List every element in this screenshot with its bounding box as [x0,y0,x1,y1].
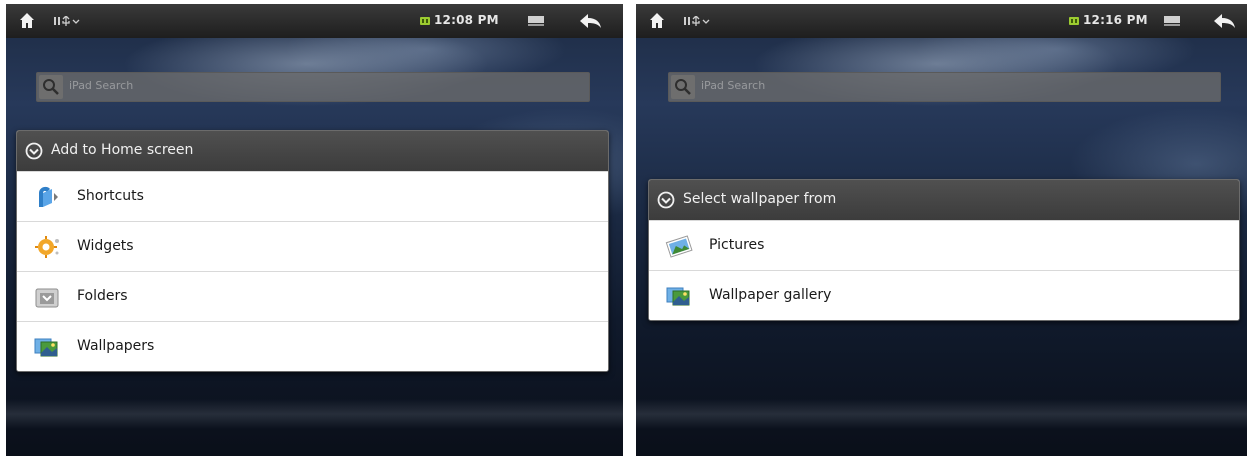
home-icon[interactable] [18,12,36,30]
chevron-down-circle-icon [657,191,675,209]
wallpapers-icon [34,338,58,357]
status-bar: 12:16 PM [636,4,1247,38]
dialog-header: Select wallpaper from [649,180,1239,220]
item-label: Wallpapers [77,338,155,354]
item-label: Widgets [77,238,134,254]
battery-icon [1069,17,1079,25]
usb-debug-icon [54,16,80,26]
home-screen-add-dialog: 12:08 PM iPad Search Add to Home screen [6,4,623,456]
pictures-icon [665,235,693,258]
search-bar[interactable]: iPad Search [36,72,590,102]
menu-item-pictures[interactable]: Pictures [649,220,1239,270]
search-icon[interactable] [671,75,695,99]
menu-item-widgets[interactable]: Widgets [17,221,608,271]
item-label: Shortcuts [77,188,144,204]
menu-item-shortcuts[interactable]: Shortcuts [17,171,608,221]
wallpaper-gallery-icon [666,287,690,306]
back-arrow-icon[interactable] [1212,12,1236,30]
dialog-header: Add to Home screen [17,131,608,171]
home-screen-wallpaper-dialog: 12:16 PM iPad Search Select wallpaper fr… [636,4,1247,456]
dialog-title: Add to Home screen [51,142,194,158]
status-bar: 12:08 PM [6,4,623,38]
search-icon[interactable] [39,75,63,99]
widgets-icon [35,236,59,258]
item-label: Wallpaper gallery [709,287,832,303]
menu-item-wallpaper-gallery[interactable]: Wallpaper gallery [649,270,1239,320]
shortcuts-icon [39,186,58,207]
status-time: 12:08 PM [434,13,499,27]
dialog-title: Select wallpaper from [683,191,837,207]
select-wallpaper-dialog: Select wallpaper from Pictures Wallpaper… [648,179,1240,321]
add-to-home-dialog: Add to Home screen Shortcuts Widgets Fol… [16,130,609,372]
status-time: 12:16 PM [1083,13,1148,27]
chevron-down-circle-icon [25,142,43,160]
search-bar[interactable]: iPad Search [668,72,1221,102]
battery-icon [420,17,430,25]
menu-icon[interactable] [527,14,545,28]
menu-item-wallpapers[interactable]: Wallpapers [17,321,608,371]
back-arrow-icon[interactable] [578,12,602,30]
search-placeholder: iPad Search [69,79,134,92]
usb-debug-icon [684,16,710,26]
home-icon[interactable] [648,12,666,30]
search-placeholder: iPad Search [701,79,766,92]
menu-item-folders[interactable]: Folders [17,271,608,321]
item-label: Pictures [709,237,765,253]
item-label: Folders [77,288,128,304]
folders-icon [35,288,59,308]
menu-icon[interactable] [1163,14,1181,28]
